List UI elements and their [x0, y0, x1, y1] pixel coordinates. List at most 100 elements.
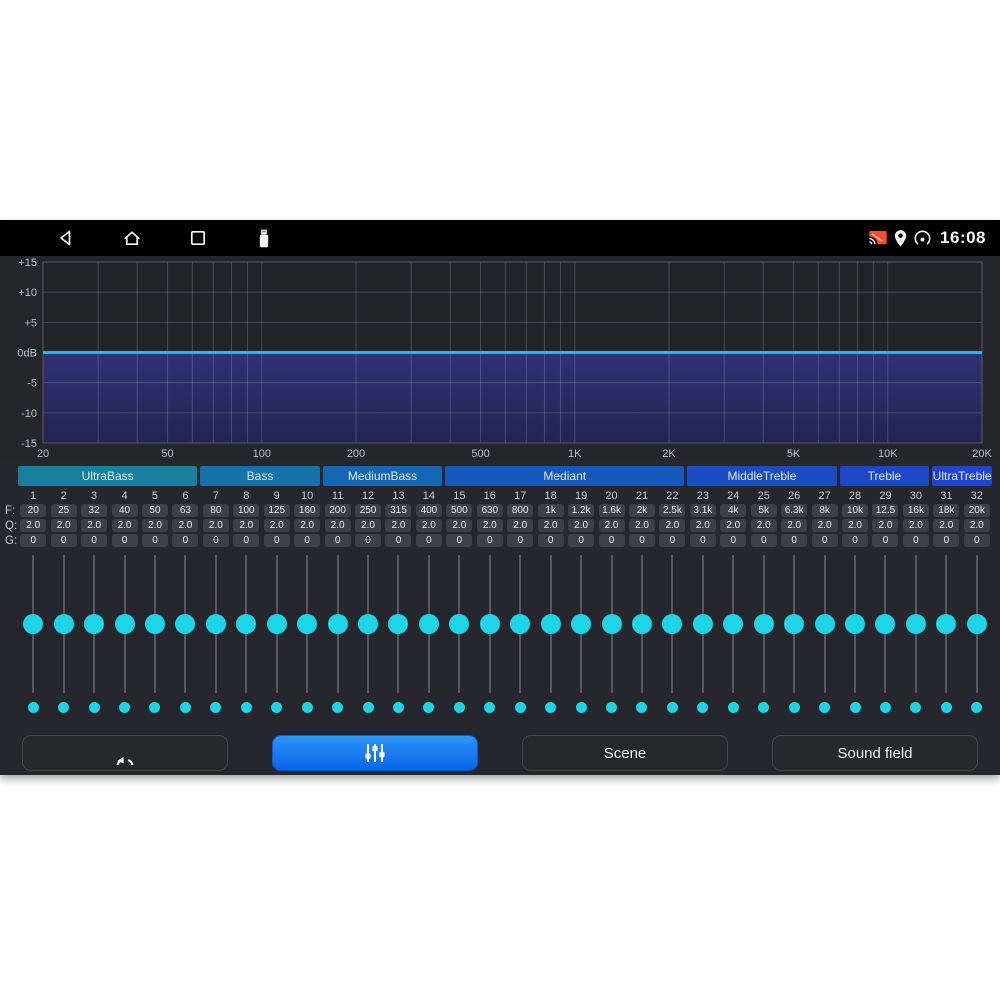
- slider-knob[interactable]: [510, 614, 530, 634]
- band-q-value: 2.0: [112, 519, 138, 532]
- band-column-19: 191.2k2.00: [566, 489, 596, 715]
- equalizer-button[interactable]: [272, 735, 478, 771]
- band-gain-slider[interactable]: [840, 549, 870, 699]
- slider-knob[interactable]: [328, 614, 348, 634]
- band-gain-slider[interactable]: [779, 549, 809, 699]
- band-gain-value: 0: [51, 534, 77, 547]
- band-dot-row: [697, 699, 708, 715]
- home-button[interactable]: [122, 228, 142, 248]
- sound-field-button[interactable]: Sound field: [772, 735, 978, 771]
- band-gain-slider[interactable]: [79, 549, 109, 699]
- band-gain-slider[interactable]: [749, 549, 779, 699]
- band-gain-slider[interactable]: [48, 549, 78, 699]
- band-gain-value: 0: [568, 534, 594, 547]
- band-gain-slider[interactable]: [962, 549, 992, 699]
- band-gain-slider[interactable]: [475, 549, 505, 699]
- slider-knob[interactable]: [145, 614, 165, 634]
- band-gain-slider[interactable]: [353, 549, 383, 699]
- slider-knob[interactable]: [84, 614, 104, 634]
- band-indicator-dot: [180, 702, 191, 713]
- status-bar: 16:08: [0, 220, 1000, 256]
- band-column-26: 266.3k2.00: [779, 489, 809, 715]
- reset-button[interactable]: [22, 735, 228, 771]
- band-freq-value: 32: [81, 504, 107, 517]
- band-gain-slider[interactable]: [444, 549, 474, 699]
- slider-knob[interactable]: [875, 614, 895, 634]
- band-gain-value: 0: [903, 534, 929, 547]
- band-indicator-dot: [850, 702, 861, 713]
- slider-knob[interactable]: [358, 614, 378, 634]
- slider-knob[interactable]: [419, 614, 439, 634]
- band-column-14: 144002.00: [414, 489, 444, 715]
- band-number: 2: [61, 489, 67, 504]
- slider-knob[interactable]: [815, 614, 835, 634]
- band-gain-value: 0: [81, 534, 107, 547]
- band-gain-slider[interactable]: [566, 549, 596, 699]
- head-unit-screen: 16:08 +15+10+50dB-5-10-1520501002005001K…: [0, 220, 1000, 775]
- band-gain-slider[interactable]: [140, 549, 170, 699]
- band-gain-slider[interactable]: [688, 549, 718, 699]
- slider-knob[interactable]: [571, 614, 591, 634]
- slider-knob[interactable]: [541, 614, 561, 634]
- slider-knob[interactable]: [115, 614, 135, 634]
- band-gain-slider[interactable]: [535, 549, 565, 699]
- slider-knob[interactable]: [754, 614, 774, 634]
- slider-knob[interactable]: [480, 614, 500, 634]
- slider-knob[interactable]: [297, 614, 317, 634]
- band-gain-slider[interactable]: [383, 549, 413, 699]
- band-gain-slider[interactable]: [596, 549, 626, 699]
- band-indicator-dot: [941, 702, 952, 713]
- band-gain-value: 0: [233, 534, 259, 547]
- slider-knob[interactable]: [662, 614, 682, 634]
- slider-knob[interactable]: [723, 614, 743, 634]
- slider-knob[interactable]: [175, 614, 195, 634]
- band-q-value: 2.0: [781, 519, 807, 532]
- band-gain-slider[interactable]: [809, 549, 839, 699]
- band-gain-slider[interactable]: [170, 549, 200, 699]
- band-gain-slider[interactable]: [201, 549, 231, 699]
- band-gain-slider[interactable]: [292, 549, 322, 699]
- band-gain-slider[interactable]: [109, 549, 139, 699]
- band-gain-slider[interactable]: [718, 549, 748, 699]
- slider-knob[interactable]: [449, 614, 469, 634]
- band-gain-slider[interactable]: [901, 549, 931, 699]
- slider-knob[interactable]: [206, 614, 226, 634]
- scene-button[interactable]: Scene: [522, 735, 728, 771]
- slider-knob[interactable]: [267, 614, 287, 634]
- band-freq-value: 1.2k: [568, 504, 594, 517]
- slider-knob[interactable]: [23, 614, 43, 634]
- band-number: 25: [758, 489, 770, 504]
- band-number: 22: [666, 489, 678, 504]
- band-gain-slider[interactable]: [627, 549, 657, 699]
- band-gain-slider[interactable]: [262, 549, 292, 699]
- slider-knob[interactable]: [906, 614, 926, 634]
- band-gain-slider[interactable]: [931, 549, 961, 699]
- band-gain-slider[interactable]: [18, 549, 48, 699]
- band-gain-slider[interactable]: [870, 549, 900, 699]
- band-gain-slider[interactable]: [657, 549, 687, 699]
- slider-knob[interactable]: [388, 614, 408, 634]
- back-button[interactable]: [56, 228, 76, 248]
- slider-knob[interactable]: [784, 614, 804, 634]
- slider-knob[interactable]: [632, 614, 652, 634]
- slider-knob[interactable]: [845, 614, 865, 634]
- band-freq-value: 50: [142, 504, 168, 517]
- band-gain-slider[interactable]: [505, 549, 535, 699]
- slider-knob[interactable]: [936, 614, 956, 634]
- band-number: 28: [849, 489, 861, 504]
- band-dot-row: [576, 699, 587, 715]
- band-number: 8: [243, 489, 249, 504]
- band-gain-slider[interactable]: [414, 549, 444, 699]
- slider-knob[interactable]: [54, 614, 74, 634]
- slider-knob[interactable]: [693, 614, 713, 634]
- recents-button[interactable]: [188, 228, 208, 248]
- slider-knob[interactable]: [236, 614, 256, 634]
- band-gain-slider[interactable]: [231, 549, 261, 699]
- band-number: 1: [30, 489, 36, 504]
- band-gain-slider[interactable]: [322, 549, 352, 699]
- band-group-treble: Treble: [840, 466, 930, 486]
- slider-knob[interactable]: [967, 614, 987, 634]
- band-q-value: 2.0: [416, 519, 442, 532]
- slider-knob[interactable]: [602, 614, 622, 634]
- band-gain-value: 0: [538, 534, 564, 547]
